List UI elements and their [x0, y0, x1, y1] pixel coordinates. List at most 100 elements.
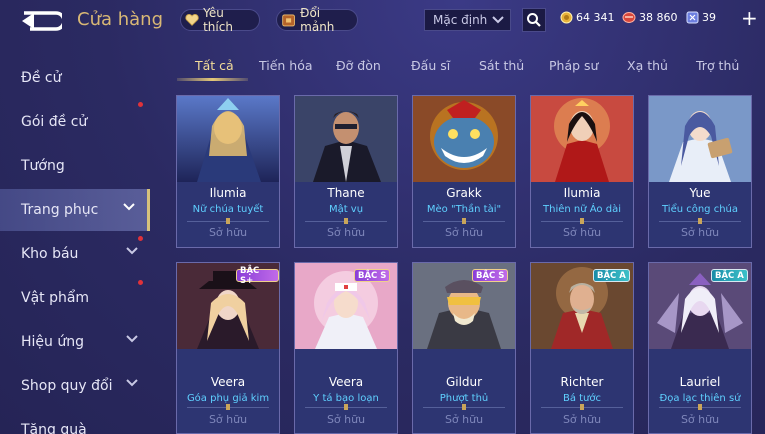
plus-icon: + [741, 6, 758, 30]
skin-card[interactable]: Grakk Mèo "Thần tài" Sở hữu [412, 95, 516, 248]
skin-card-info: Ilumia Thiên nữ Áo dài Sở hữu [531, 182, 633, 247]
chevron-down-icon [492, 16, 504, 24]
tier-badge: BẬC S [354, 269, 391, 282]
skin-card[interactable]: BẬC A Lauriel Đọa lạc thiên sứ Sở hữu [648, 262, 752, 434]
skin-card[interactable]: BẬC S Veera Y tá bạo loạn Sở hữu [294, 262, 398, 434]
owned-status: Sở hữu [444, 413, 484, 426]
tab-all[interactable]: Tất cả [195, 58, 234, 73]
skin-card-info: Gildur Phượt thủ Sở hữu [413, 349, 515, 433]
skin-name: Phượt thủ [439, 393, 489, 404]
skin-card-info: Richter Bá tước Sở hữu [531, 349, 633, 433]
chevron-down-icon [126, 247, 138, 255]
divider-ornament [344, 404, 348, 410]
sidebar-item-label: Gói đề cử [21, 114, 88, 130]
header: Cửa hàng Yêu thích Đổi mảnh Mặc định 64 … [0, 0, 765, 42]
chest-icon [282, 14, 295, 27]
hero-name: Yue [689, 186, 711, 200]
add-currency-button[interactable]: + [741, 7, 758, 29]
category-tabs: Tất cả Tiến hóa Đỡ đòn Đấu sĩ Sát thủ Ph… [162, 52, 765, 80]
divider-ornament [580, 218, 584, 224]
skin-portrait [413, 96, 515, 182]
sidebar-item-heroes[interactable]: Tướng [0, 145, 150, 187]
sidebar-item-label: Shop quy đổi [21, 378, 113, 394]
skin-portrait [531, 96, 633, 182]
sidebar-item-gifting[interactable]: Tặng quà [0, 409, 150, 434]
tab-mage[interactable]: Pháp sư [549, 58, 598, 73]
skin-card[interactable]: BẬC S Gildur Phượt thủ Sở hữu [412, 262, 516, 434]
tier-badge: BẬC S [472, 269, 509, 282]
back-arrow-icon[interactable] [18, 9, 62, 33]
voucher-amount: 38 860 [639, 11, 678, 24]
skin-name: Đọa lạc thiên sứ [659, 393, 741, 404]
skin-name: Thiên nữ Áo dài [543, 204, 621, 215]
skin-card-info: Ilumia Nữ chúa tuyết Sở hữu [177, 182, 279, 247]
sidebar-item-items[interactable]: Vật phẩm [0, 277, 150, 319]
hero-name: Grakk [446, 186, 482, 200]
sidebar-item-label: Tặng quà [21, 422, 87, 434]
divider-ornament [462, 404, 466, 410]
divider-ornament [698, 218, 702, 224]
sidebar-item-featured-packs[interactable]: Gói đề cử [0, 101, 150, 143]
skin-name: Mật vụ [328, 204, 364, 215]
sidebar-item-skins[interactable]: Trang phục [0, 189, 150, 231]
hero-name: Gildur [445, 375, 483, 389]
owned-status: Sở hữu [444, 226, 484, 239]
skin-card[interactable]: Ilumia Nữ chúa tuyết Sở hữu [176, 95, 280, 248]
owned-status: Sở hữu [326, 226, 366, 239]
sidebar-item-exchange-shop[interactable]: Shop quy đổi [0, 365, 150, 407]
sidebar-item-label: Kho báu [21, 246, 79, 262]
skin-card[interactable]: BẬC S+ Veera Góa phụ giả kim Sở hữu [176, 262, 280, 434]
skin-card[interactable]: Thane Mật vụ Sở hữu [294, 95, 398, 248]
skin-card[interactable]: BẬC A Richter Bá tước Sở hữu [530, 262, 634, 434]
hero-name: Ilumia [209, 186, 247, 200]
skin-name: Bá tước [562, 393, 602, 404]
skin-name: Góa phụ giả kim [186, 393, 270, 404]
sidebar-item-label: Vật phẩm [21, 290, 90, 306]
sort-dropdown[interactable]: Mặc định [424, 9, 511, 31]
skin-card-info: Veera Y tá bạo loạn Sở hữu [295, 349, 397, 433]
gold-coin-icon [560, 11, 573, 24]
tab-assassin[interactable]: Sát thủ [479, 58, 524, 73]
hero-name: Veera [328, 375, 364, 389]
sidebar-item-label: Hiệu ứng [21, 334, 84, 350]
owned-status: Sở hữu [208, 226, 248, 239]
sidebar-item-treasure[interactable]: Kho báu [0, 233, 150, 275]
tier-badge: BẬC S+ [236, 266, 279, 286]
divider-ornament [698, 404, 702, 410]
voucher-currency: 38 860 [622, 11, 678, 24]
divider-ornament [462, 218, 466, 224]
divider-ornament [226, 404, 230, 410]
fragments-button[interactable]: Đổi mảnh [276, 6, 358, 34]
hero-name: Richter [560, 375, 604, 389]
tab-tank[interactable]: Đỡ đòn [336, 58, 381, 73]
skin-name: Y tá bạo loạn [313, 393, 379, 404]
gold-currency: 64 341 [560, 11, 615, 24]
sidebar: Đề cử Gói đề cử Tướng Trang phục Kho báu… [0, 52, 150, 434]
sidebar-item-effects[interactable]: Hiệu ứng [0, 321, 150, 363]
tier-badge: BẬC A [711, 269, 748, 282]
sidebar-item-label: Đề cử [21, 70, 62, 86]
search-icon [527, 13, 541, 27]
tab-support[interactable]: Trợ thủ [696, 58, 739, 73]
skin-portrait [295, 96, 397, 182]
skin-card-info: Grakk Mèo "Thần tài" Sở hữu [413, 182, 515, 247]
sidebar-item-label: Trang phục [21, 202, 99, 218]
divider-ornament [226, 218, 230, 224]
skin-card[interactable]: Yue Tiểu công chúa Sở hữu [648, 95, 752, 248]
skin-card-info: Thane Mật vụ Sở hữu [295, 182, 397, 247]
tab-warrior[interactable]: Đấu sĩ [411, 58, 450, 73]
search-button[interactable] [522, 8, 546, 32]
notification-dot [138, 236, 143, 241]
notification-dot [138, 280, 143, 285]
favorites-button[interactable]: Yêu thích [180, 6, 260, 34]
tier-badge: BẬC A [593, 269, 630, 282]
sidebar-item-featured[interactable]: Đề cử [0, 57, 150, 99]
skin-card[interactable]: Ilumia Thiên nữ Áo dài Sở hữu [530, 95, 634, 248]
diamond-amount: 39 [702, 11, 716, 24]
diamond-currency: 39 [686, 11, 716, 24]
tab-marksman[interactable]: Xạ thủ [627, 58, 668, 73]
skin-name: Nữ chúa tuyết [192, 204, 264, 215]
chevron-down-icon [123, 203, 135, 211]
hero-name: Ilumia [563, 186, 601, 200]
tab-evolution[interactable]: Tiến hóa [259, 58, 313, 73]
